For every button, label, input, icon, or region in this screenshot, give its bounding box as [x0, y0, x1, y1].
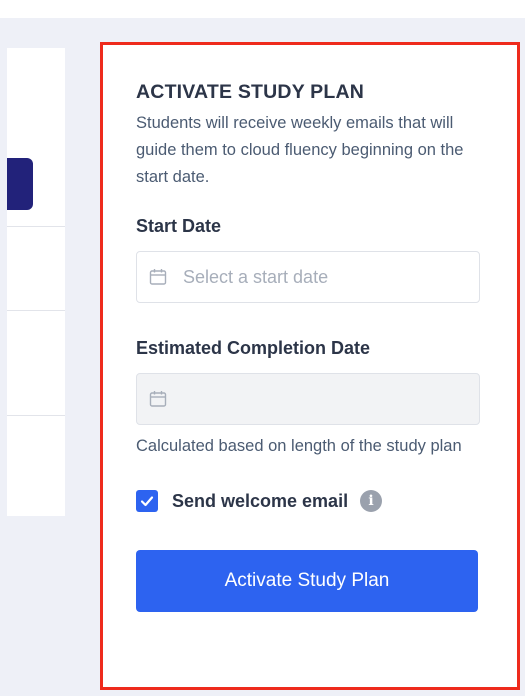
activate-study-plan-button[interactable]: Activate Study Plan — [136, 550, 478, 612]
divider — [7, 415, 65, 416]
welcome-email-checkbox[interactable] — [136, 490, 158, 512]
checkmark-icon — [140, 496, 154, 507]
info-icon[interactable]: i — [360, 490, 383, 512]
calendar-icon — [149, 390, 167, 408]
activate-study-plan-panel: ACTIVATE STUDY PLAN Students will receiv… — [100, 42, 520, 690]
completion-date-help: Calculated based on length of the study … — [136, 437, 462, 455]
calendar-icon — [149, 268, 167, 286]
background-card — [7, 48, 65, 516]
welcome-email-row: Send welcome email i — [136, 490, 480, 512]
start-date-field[interactable] — [136, 251, 480, 303]
welcome-email-label[interactable]: Send welcome email — [172, 491, 348, 512]
panel-description: Students will receive weekly emails that… — [136, 114, 464, 186]
start-date-label: Start Date — [136, 216, 222, 236]
panel-content: ACTIVATE STUDY PLAN Students will receiv… — [136, 79, 480, 612]
top-band — [0, 0, 525, 18]
divider — [7, 310, 65, 311]
background-button[interactable] — [7, 158, 33, 210]
completion-date-label: Estimated Completion Date — [136, 338, 371, 358]
panel-title: ACTIVATE STUDY PLAN — [136, 81, 365, 103]
completion-date-field — [136, 373, 480, 425]
start-date-input[interactable] — [183, 266, 453, 288]
divider — [7, 226, 65, 227]
